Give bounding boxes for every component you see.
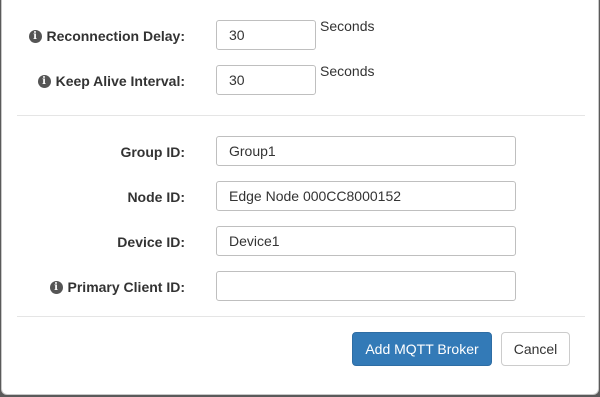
node-id-label: Node ID: xyxy=(127,189,185,205)
group-id-label: Group ID: xyxy=(120,144,185,160)
primary-client-id-input[interactable] xyxy=(216,271,516,301)
primary-client-id-label: Primary Client ID: xyxy=(67,279,185,295)
device-id-input[interactable] xyxy=(216,226,516,256)
footer-divider xyxy=(17,316,585,317)
keep-alive-input[interactable] xyxy=(216,65,316,95)
keep-alive-label: Keep Alive Interval: xyxy=(55,73,185,89)
cancel-button[interactable]: Cancel xyxy=(501,332,570,366)
reconnection-delay-row: i Reconnection Delay: Seconds xyxy=(2,18,598,52)
group-id-row: Group ID: xyxy=(2,136,598,168)
node-id-label-group: Node ID: xyxy=(127,181,185,213)
add-mqtt-broker-dialog: i Reconnection Delay: Seconds i Keep Ali… xyxy=(1,0,599,395)
section-divider xyxy=(17,115,585,116)
node-id-input[interactable] xyxy=(216,181,516,211)
info-icon[interactable]: i xyxy=(49,280,63,294)
device-id-row: Device ID: xyxy=(2,226,598,258)
reconnection-delay-input[interactable] xyxy=(216,20,316,50)
reconnection-delay-label: Reconnection Delay: xyxy=(46,28,185,44)
add-mqtt-broker-button[interactable]: Add MQTT Broker xyxy=(352,332,492,366)
reconnection-delay-unit: Seconds xyxy=(320,18,375,34)
info-icon[interactable]: i xyxy=(28,29,42,43)
primary-client-id-label-group: i Primary Client ID: xyxy=(49,271,185,303)
keep-alive-row: i Keep Alive Interval: Seconds xyxy=(2,63,598,97)
group-id-input[interactable] xyxy=(216,136,516,166)
reconnection-delay-label-group: i Reconnection Delay: xyxy=(28,20,185,52)
node-id-row: Node ID: xyxy=(2,181,598,213)
keep-alive-label-group: i Keep Alive Interval: xyxy=(37,65,185,97)
device-id-label-group: Device ID: xyxy=(117,226,185,258)
info-icon[interactable]: i xyxy=(37,74,51,88)
device-id-label: Device ID: xyxy=(117,234,185,250)
primary-client-id-row: i Primary Client ID: xyxy=(2,271,598,303)
keep-alive-unit: Seconds xyxy=(320,63,375,79)
group-id-label-group: Group ID: xyxy=(120,136,185,168)
